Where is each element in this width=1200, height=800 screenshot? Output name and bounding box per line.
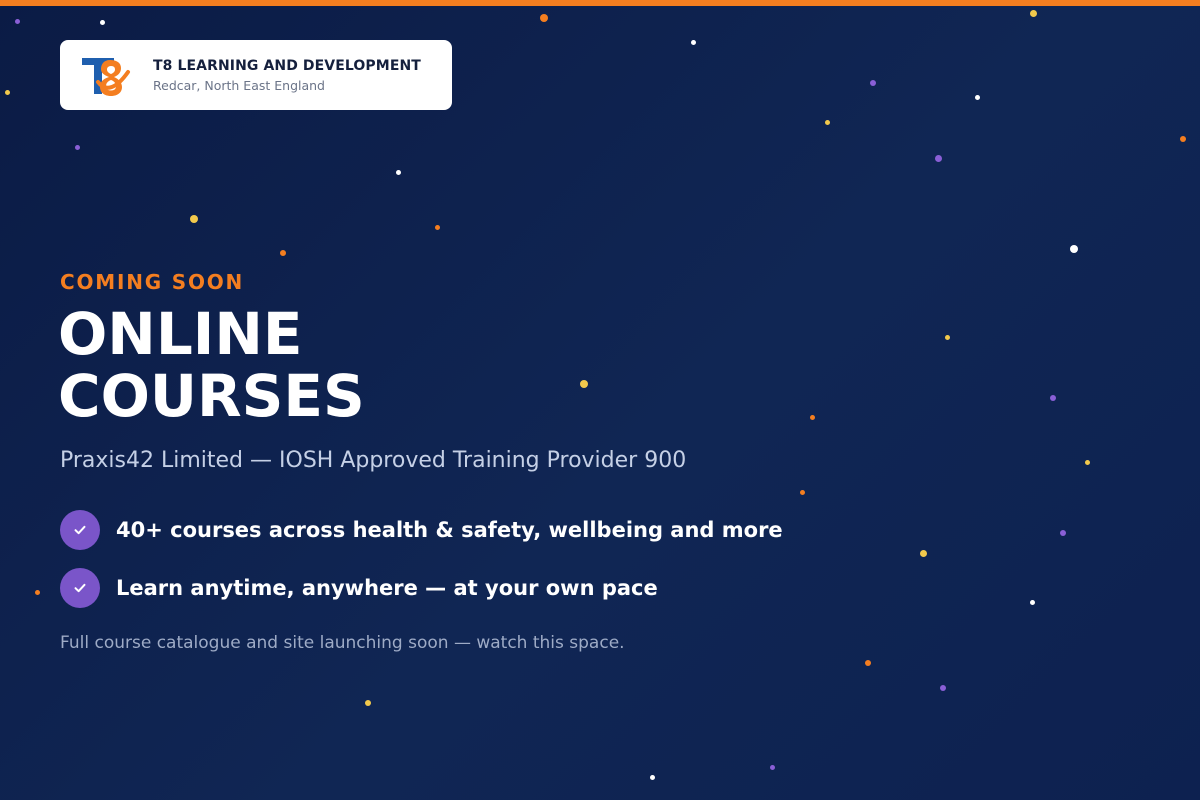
feature-item: Learn anytime, anywhere — at your own pa… — [60, 568, 658, 608]
launch-footnote: Full course catalogue and site launching… — [60, 633, 625, 653]
star-dot — [975, 95, 980, 100]
star-dot — [1085, 460, 1090, 465]
star-dot — [190, 215, 198, 223]
star-dot — [365, 700, 371, 706]
page-title: ONLINE COURSES — [58, 303, 365, 427]
provider-subtitle: Praxis42 Limited — IOSH Approved Trainin… — [60, 448, 687, 473]
star-dot — [75, 145, 80, 150]
star-dot — [920, 550, 927, 557]
star-dot — [15, 19, 20, 24]
star-dot — [770, 765, 775, 770]
star-dot — [870, 80, 876, 86]
star-dot — [435, 225, 440, 230]
coming-soon-label: COMING SOON — [60, 270, 245, 294]
star-dot — [691, 40, 696, 45]
feature-item: 40+ courses across health & safety, well… — [60, 510, 783, 550]
star-dot — [825, 120, 830, 125]
title-line-2: COURSES — [58, 362, 365, 430]
brand-location: Redcar, North East England — [153, 78, 325, 93]
title-line-1: ONLINE — [58, 300, 303, 368]
feature-text: 40+ courses across health & safety, well… — [116, 518, 783, 542]
top-accent-bar — [0, 0, 1200, 6]
check-icon — [60, 568, 100, 608]
star-dot — [396, 170, 401, 175]
star-dot — [650, 775, 655, 780]
star-dot — [1030, 10, 1037, 17]
star-dot — [1030, 600, 1035, 605]
star-dot — [1070, 245, 1078, 253]
star-dot — [810, 415, 815, 420]
brand-card[interactable]: T8 LEARNING AND DEVELOPMENT Redcar, Nort… — [60, 40, 452, 110]
star-dot — [580, 380, 588, 388]
star-dot — [1180, 136, 1186, 142]
brand-name: T8 LEARNING AND DEVELOPMENT — [153, 58, 421, 74]
star-dot — [5, 90, 10, 95]
feature-text: Learn anytime, anywhere — at your own pa… — [116, 576, 658, 600]
star-dot — [940, 685, 946, 691]
check-icon — [60, 510, 100, 550]
star-dot — [1060, 530, 1066, 536]
star-dot — [1050, 395, 1056, 401]
star-dot — [935, 155, 942, 162]
star-dot — [280, 250, 286, 256]
t8-logo-icon — [82, 58, 130, 96]
star-dot — [865, 660, 871, 666]
star-dot — [945, 335, 950, 340]
star-dot — [800, 490, 805, 495]
star-dot — [540, 14, 548, 22]
star-dot — [100, 20, 105, 25]
star-dot — [35, 590, 40, 595]
